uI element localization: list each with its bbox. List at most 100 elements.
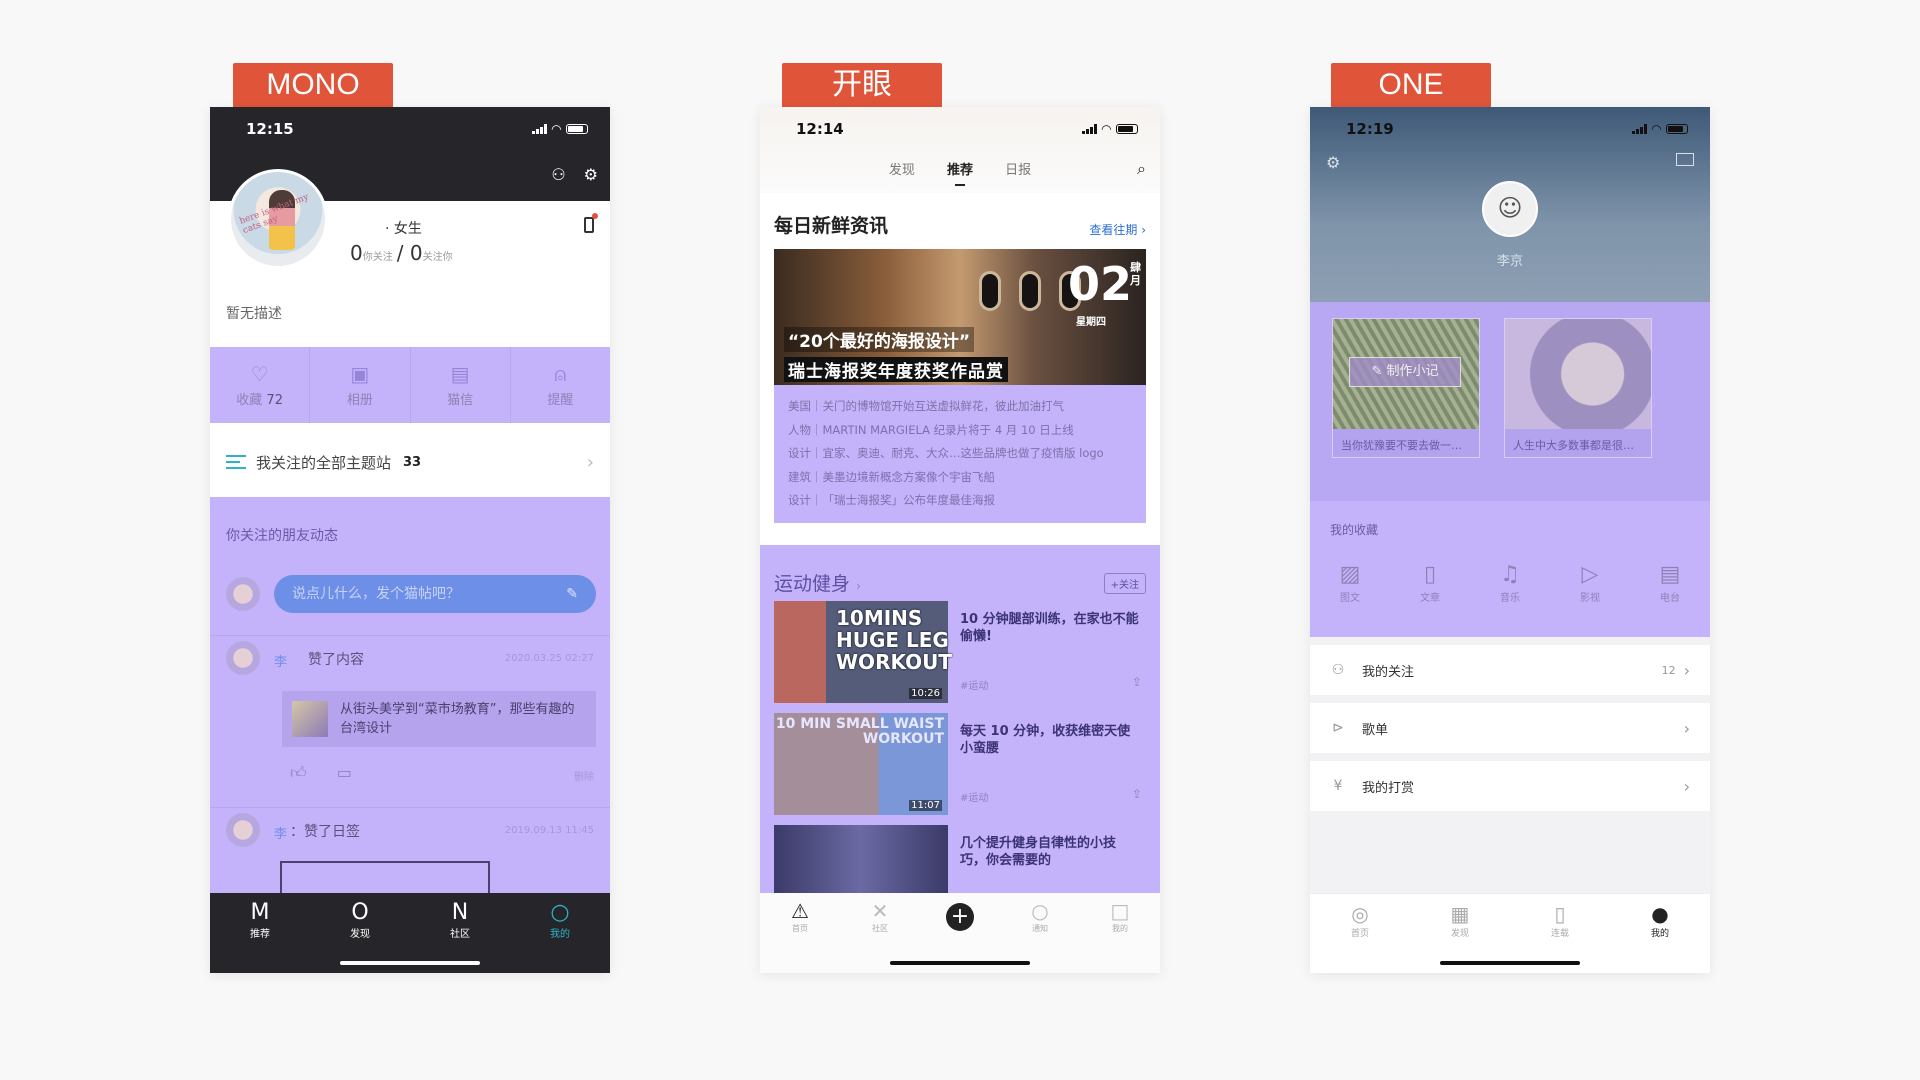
chevron-right-icon: › bbox=[586, 451, 594, 473]
chevron-right-icon: › bbox=[856, 579, 861, 593]
video-tag[interactable]: #运动 bbox=[960, 789, 988, 804]
list-item-rewards[interactable]: ¥ 我的打赏 › bbox=[1310, 761, 1710, 811]
section-title-text: 运动健身 bbox=[774, 573, 851, 595]
make-note-button[interactable]: ✎ 制作小记 bbox=[1349, 357, 1461, 387]
mail-icon[interactable] bbox=[1676, 153, 1694, 166]
friends-feed: 你关注的朋友动态 说点儿什么，发个猫帖吧？ ✎ 李 赞了内容 2020.03.2… bbox=[210, 497, 610, 901]
list-item[interactable]: 设计｜宜家、奥迪、耐克、大众…这些品牌也做了疫情版 logo bbox=[788, 442, 1132, 466]
following-count[interactable]: 0 bbox=[350, 241, 363, 265]
activity-time: 2019.09.13 11:45 bbox=[504, 825, 594, 836]
share-icon[interactable]: ⇪ bbox=[1132, 787, 1142, 801]
status-icons: ◠ bbox=[1081, 122, 1138, 136]
favorite-articles[interactable]: ▯ 文章 bbox=[1390, 561, 1470, 604]
battery-icon bbox=[566, 124, 588, 134]
comment-icon[interactable]: ▭ bbox=[337, 763, 352, 783]
composer-input[interactable]: 说点儿什么，发个猫帖吧？ ✎ bbox=[274, 575, 596, 613]
list-item[interactable]: 美国｜关门的博物馆开始互送虚拟鲜花，彼此加油打气 bbox=[788, 395, 1132, 419]
activity-user[interactable]: 李 bbox=[274, 651, 287, 670]
tab-daily[interactable]: 日报 bbox=[1005, 163, 1031, 178]
activity-text: 赞了内容 bbox=[308, 652, 364, 668]
avatar[interactable] bbox=[226, 577, 260, 611]
phone-icon[interactable] bbox=[584, 213, 598, 233]
image-icon: ▣ bbox=[350, 361, 370, 386]
list-item[interactable]: 设计｜「瑞士海报奖」公布年度最佳海报 bbox=[788, 489, 1132, 513]
tab-home[interactable]: ◎ 首页 bbox=[1310, 894, 1410, 973]
favorite-label: 音乐 bbox=[1500, 593, 1520, 604]
tab-recommend[interactable]: M 推荐 bbox=[210, 893, 310, 973]
status-icons: ◠ bbox=[1631, 122, 1688, 136]
tab-recommend[interactable]: 推荐 bbox=[947, 163, 973, 178]
thumbs-up-icon[interactable]: 👍︎ bbox=[290, 763, 307, 783]
avatar[interactable] bbox=[226, 813, 260, 847]
wifi-icon: ◠ bbox=[1101, 122, 1111, 136]
gear-icon[interactable]: ⚙ bbox=[1326, 153, 1340, 172]
favorite-image-text[interactable]: ▨ 图文 bbox=[1310, 561, 1390, 604]
activity-user[interactable]: 李 bbox=[274, 823, 287, 842]
avatar[interactable]: here is what my cats say bbox=[228, 169, 328, 269]
tab-label: 社区 bbox=[872, 924, 888, 933]
thumbnail-overlay-text: 10 MIN SMALL WAIST WORKOUT bbox=[775, 716, 944, 747]
note-card[interactable]: 人生中大多数事都是很… bbox=[1504, 318, 1652, 458]
favorite-radio[interactable]: ▤ 电台 bbox=[1630, 561, 1710, 604]
follow-counts: 0你关注/ 0关注你 bbox=[350, 241, 453, 265]
battery-icon bbox=[1116, 124, 1138, 134]
menu-messages[interactable]: ▤ 猫信 bbox=[411, 347, 511, 423]
tab-label: 通知 bbox=[1032, 924, 1048, 933]
favorites-title: 我的收藏 bbox=[1330, 523, 1379, 537]
home-indicator bbox=[890, 961, 1030, 965]
avatar[interactable] bbox=[226, 641, 260, 675]
hero-day: 02 bbox=[1067, 257, 1132, 311]
more-link[interactable]: 查看往期 › bbox=[1089, 221, 1146, 238]
delete-link[interactable]: 删除 bbox=[574, 768, 594, 783]
video-tag[interactable]: #运动 bbox=[960, 677, 988, 692]
m-icon: M bbox=[250, 900, 270, 925]
menu-label: 提醒 bbox=[547, 392, 574, 408]
menu-label: 收藏 bbox=[236, 392, 263, 408]
followers-count[interactable]: 0 bbox=[410, 241, 423, 265]
gear-icon[interactable]: ⚙ bbox=[584, 165, 598, 184]
favorite-movies[interactable]: ▷ 影视 bbox=[1550, 561, 1630, 604]
list-item-following[interactable]: ⚇ 我的关注 12 › bbox=[1310, 645, 1710, 695]
list-item-playlist[interactable]: ⊳ 歌单 › bbox=[1310, 703, 1710, 753]
list-item[interactable]: 人物｜MARTIN MARGIELA 纪录片将于 4 月 10 日上线 bbox=[788, 419, 1132, 443]
book-icon: ▯ bbox=[1423, 562, 1437, 587]
hero-caption: “20个最好的海报设计” bbox=[784, 327, 975, 352]
tab-discover[interactable]: 发现 bbox=[889, 163, 915, 178]
avatar[interactable]: ☺ bbox=[1482, 181, 1538, 237]
topics-row[interactable]: 我关注的全部主题站 33 › bbox=[210, 431, 610, 493]
video-item[interactable]: 10 MIN SMALL WAIST WORKOUT 11:07 每天 10 分… bbox=[774, 713, 1146, 815]
tab-mine[interactable]: ○ 我的 bbox=[510, 893, 610, 973]
hero-banner[interactable]: 02 肆月 星期四 “20个最好的海报设计” 瑞士海报奖年度获奖作品赏 bbox=[774, 249, 1146, 385]
heart-icon: ♡ bbox=[250, 361, 269, 386]
menu-album[interactable]: ▣ 相册 bbox=[310, 347, 411, 423]
tab-label: 发现 bbox=[1450, 929, 1469, 939]
list-label: 我的关注 bbox=[1362, 664, 1415, 680]
video-item[interactable]: 10MINS HUGE LEG WORKOUT 10:26 10 分钟腿部训练，… bbox=[774, 601, 1146, 703]
tab-mine[interactable]: ● 我的 bbox=[1610, 894, 1710, 973]
share-icon[interactable]: ⇪ bbox=[1132, 675, 1142, 689]
profile-icon[interactable]: ⚇ bbox=[551, 165, 565, 184]
list-item[interactable]: 建筑｜美墨边境新概念方案像个宇宙飞船 bbox=[788, 466, 1132, 490]
user-icon: ● bbox=[1651, 902, 1669, 926]
menu-reminders[interactable]: ⍝ 提醒 bbox=[511, 347, 610, 423]
activity-time: 2020.03.25 02:27 bbox=[504, 653, 594, 664]
mono-tag: MONO bbox=[233, 63, 393, 107]
tab-home[interactable]: ⚠ 首页 bbox=[760, 893, 840, 973]
circle-icon: ○ bbox=[550, 900, 570, 925]
tab-mine[interactable]: □ 我的 bbox=[1080, 893, 1160, 973]
status-bar: 12:15 ◠ bbox=[210, 107, 610, 151]
quoted-content[interactable]: 从街头美学到“菜市场教育”，那些有趣的台湾设计 bbox=[282, 691, 596, 747]
note-card[interactable]: ✎ 制作小记 当你犹豫要不要去做一… bbox=[1332, 318, 1480, 458]
tab-label: 发现 bbox=[350, 929, 370, 940]
follow-button[interactable]: +关注 bbox=[1103, 573, 1146, 594]
bell-icon: ⍝ bbox=[554, 361, 567, 386]
menu-favorites[interactable]: ♡ 收藏 72 bbox=[210, 347, 311, 423]
profile-description: 暂无描述 bbox=[226, 306, 282, 322]
hero-month: 肆月 bbox=[1130, 261, 1141, 287]
status-time: 12:15 bbox=[246, 120, 294, 138]
search-icon[interactable]: ⌕ bbox=[1137, 159, 1146, 179]
list-icon bbox=[226, 455, 246, 469]
divider bbox=[210, 807, 610, 808]
favorite-music[interactable]: ♫ 音乐 bbox=[1470, 561, 1550, 604]
window-shape bbox=[1019, 271, 1041, 311]
